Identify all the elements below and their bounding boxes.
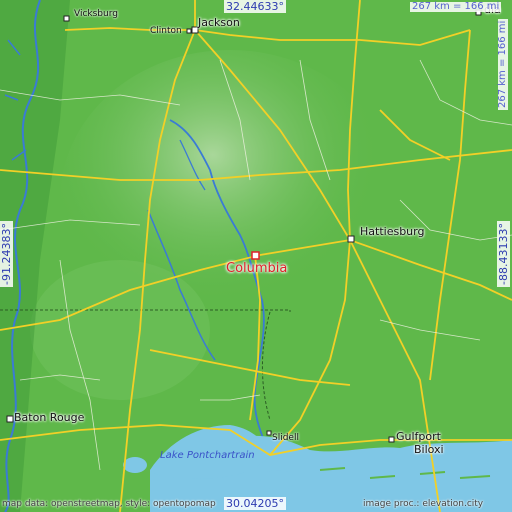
map-credit-right: image proc.: elevation.city <box>363 499 484 509</box>
city-label-jackson: Jackson <box>198 16 240 29</box>
city-label-baton-rouge: Baton Rouge <box>14 411 85 424</box>
city-label-gulfport: Gulfport <box>396 430 441 443</box>
city-label-columbia: Columbia <box>226 261 288 276</box>
clinton-marker <box>186 28 192 34</box>
city-label-clinton: Clinton <box>150 26 182 36</box>
top-latitude-label: 32.44633° <box>224 0 286 13</box>
columbia-marker <box>251 251 260 260</box>
right-longitude-label: -88.43133° <box>497 221 510 287</box>
hill-patch <box>30 260 210 400</box>
scale-right-label: 267 km = 166 mi <box>497 18 508 110</box>
city-label-slidell: Slidell <box>272 433 299 443</box>
gulfport-marker <box>388 436 395 443</box>
baton-rouge-marker <box>6 415 14 423</box>
map-credit-left: map data: openstreetmap, style: opentopo… <box>2 499 216 509</box>
lake-pontchartrain-label: Lake Pontchartrain <box>160 450 255 461</box>
left-longitude-label: -91.24383° <box>0 221 13 287</box>
scale-top-label: 267 km = 166 mi <box>410 1 502 12</box>
small-lake <box>123 457 147 473</box>
slidell-marker <box>266 430 272 436</box>
vicksburg-marker <box>63 15 70 22</box>
lake-borgne <box>260 470 296 490</box>
city-label-hattiesburg: Hattiesburg <box>360 225 425 238</box>
bottom-latitude-label: 30.04205° <box>224 497 286 510</box>
city-label-vicksburg: Vicksburg <box>74 9 118 19</box>
city-label-biloxi: Biloxi <box>414 443 444 456</box>
hattiesburg-marker <box>347 235 355 243</box>
